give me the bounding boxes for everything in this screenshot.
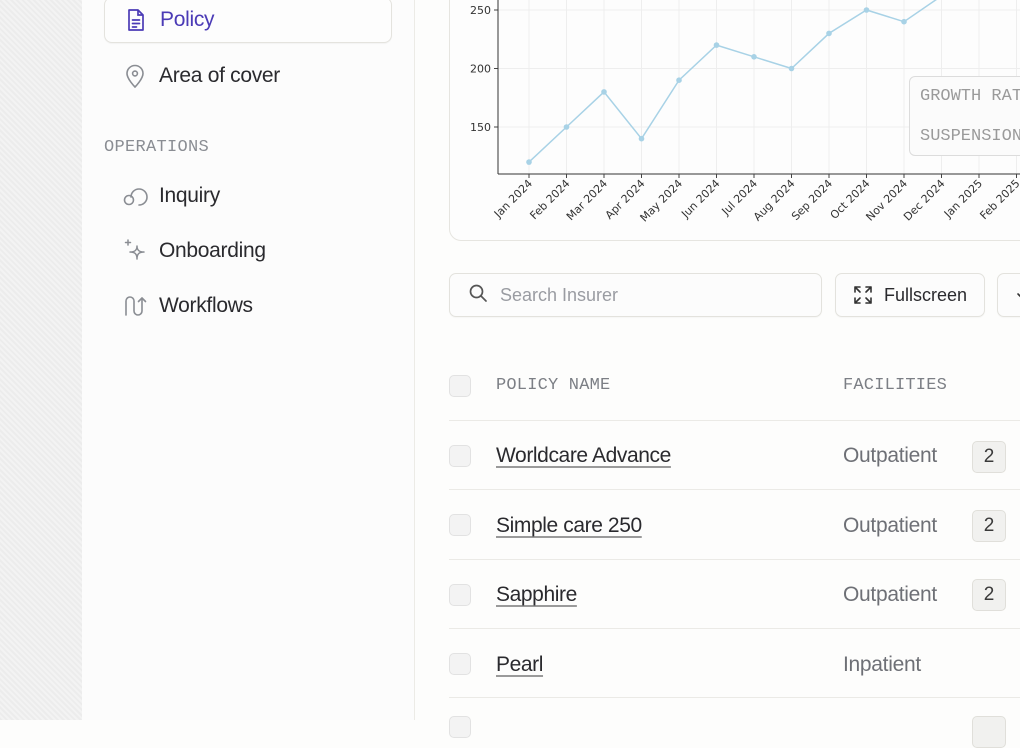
row-checkbox[interactable] [449, 514, 471, 536]
x-tick-label: Mar 2024 [564, 177, 610, 223]
chart-legend: GROWTH RAT SUSPENSION [909, 76, 1020, 156]
facility-count-badge[interactable] [972, 716, 1006, 748]
facility-count-badge[interactable]: 2 [972, 579, 1006, 611]
row-checkbox[interactable] [449, 584, 471, 606]
divider [449, 628, 1020, 629]
data-point [826, 30, 832, 37]
divider [449, 420, 1020, 421]
search-input[interactable] [498, 283, 802, 307]
select-all-checkbox[interactable] [449, 375, 471, 397]
legend-entry: SUSPENSION [920, 127, 1020, 146]
data-point [526, 159, 532, 165]
download-button[interactable] [997, 273, 1020, 317]
column-header-facilities[interactable]: FACILITIES [843, 376, 947, 395]
facility-cell: Outpatient [843, 444, 937, 467]
divider [449, 559, 1020, 560]
policy-name-link[interactable]: Worldcare Advance [496, 444, 671, 468]
search-box[interactable] [449, 273, 822, 317]
data-point [601, 89, 607, 95]
facility-count-badge[interactable]: 2 [972, 510, 1006, 542]
divider [449, 697, 1020, 698]
divider [449, 489, 1020, 490]
data-point [713, 42, 720, 48]
data-point [863, 7, 870, 13]
row-checkbox[interactable] [449, 653, 471, 675]
x-tick-label: Sep 2024 [789, 177, 835, 223]
expand-icon [853, 285, 873, 305]
legend-entry: GROWTH RAT [920, 87, 1020, 106]
policy-name-link[interactable]: Sapphire [496, 583, 577, 607]
search-icon [468, 283, 488, 308]
facility-cell: Outpatient [843, 583, 937, 606]
y-tick-label: 150 [470, 121, 491, 134]
data-point [638, 135, 645, 142]
sidebar-item-label: Workflows [159, 294, 253, 317]
row-checkbox[interactable] [449, 445, 471, 467]
policy-name-link[interactable]: Simple care 250 [496, 514, 642, 538]
row-checkbox[interactable] [449, 716, 471, 738]
workflow-arrows-icon [122, 293, 148, 319]
fullscreen-label: Fullscreen [884, 284, 968, 305]
data-point [901, 18, 907, 25]
x-tick-label: Jun 2024 [678, 177, 722, 221]
x-tick-label: Feb 2025 [977, 177, 1020, 222]
x-tick-label: Dec 2024 [901, 177, 948, 224]
line-chart: 150200250Jan 2024Feb 2024Mar 2024Apr 202… [470, 0, 1020, 224]
y-tick-label: 200 [470, 63, 491, 76]
data-point [788, 65, 795, 72]
data-point [563, 124, 570, 130]
policy-name-link[interactable]: Pearl [496, 653, 543, 677]
y-tick-label: 250 [470, 4, 491, 17]
download-icon [1015, 285, 1020, 305]
data-point [751, 54, 757, 60]
data-point [676, 77, 682, 83]
facility-cell: Outpatient [843, 514, 937, 537]
fullscreen-button[interactable]: Fullscreen [835, 273, 985, 317]
column-header-policy-name[interactable]: POLICY NAME [496, 376, 610, 395]
facility-count-badge[interactable]: 2 [972, 441, 1006, 473]
facility-cell: Inpatient [843, 653, 921, 676]
sidebar-item-workflows[interactable]: Workflows [104, 283, 392, 329]
